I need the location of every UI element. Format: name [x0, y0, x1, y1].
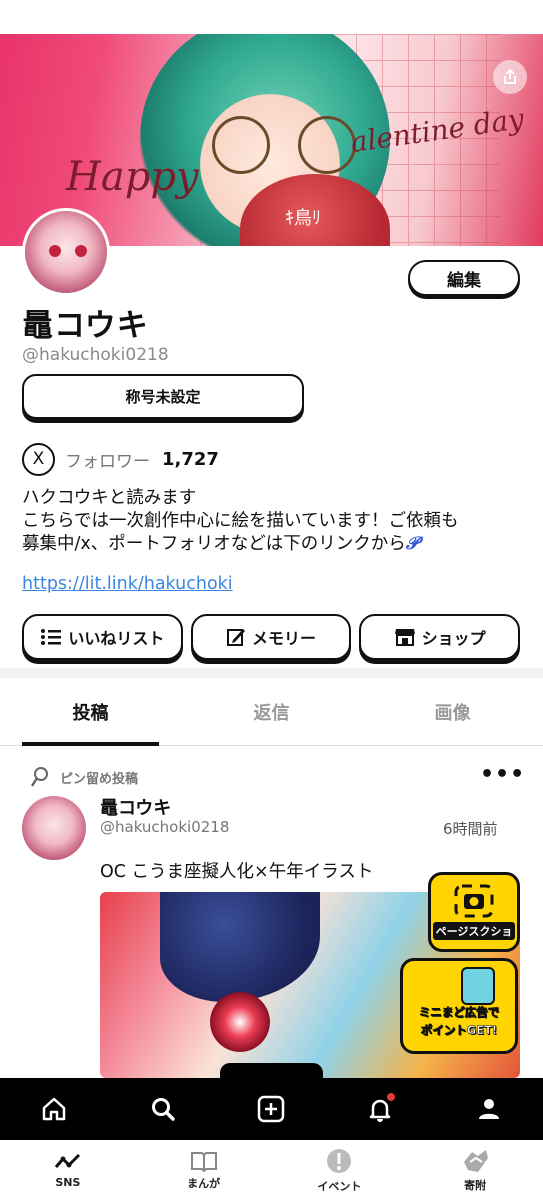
tab-posts[interactable]: 投稿: [0, 678, 181, 746]
profile-handle: @hakuchoki0218: [22, 345, 169, 365]
bio-line: 募集中/x、ポートフォリオなどは下のリンクから𝒫: [22, 534, 419, 554]
manga-icon: [190, 1151, 217, 1172]
glasses-left-lens: [212, 116, 270, 174]
post-image-hand: [160, 892, 320, 1002]
share-button[interactable]: [493, 60, 527, 94]
nav-search[interactable]: [138, 1084, 188, 1134]
nav-profile[interactable]: [464, 1084, 514, 1134]
banner-heart-text: ｷ鳥ﾘ: [285, 208, 321, 229]
footer-sns-label: SNS: [55, 1176, 81, 1189]
banner-script-left: Happy: [66, 154, 199, 200]
tab-images[interactable]: 画像: [362, 678, 543, 745]
post-text: OC こうま座擬人化×午年イラスト: [100, 862, 374, 882]
shop-icon: [394, 629, 415, 646]
promo-line-1: ミニまど広告で: [418, 1005, 500, 1020]
footer-event[interactable]: イベント: [294, 1147, 384, 1194]
camera-icon: [454, 884, 494, 918]
likes-list-label: いいねリスト: [68, 629, 165, 648]
bottom-nav: [0, 1078, 543, 1140]
pinned-indicator: ピン留め投稿: [30, 766, 138, 788]
likes-list-button[interactable]: いいねリスト: [22, 614, 183, 660]
footer-sns[interactable]: SNS: [23, 1151, 113, 1189]
nav-create[interactable]: [246, 1084, 296, 1134]
page-screenshot-label: ページスクショ: [432, 922, 516, 940]
footer-manga[interactable]: まんが: [159, 1150, 249, 1191]
nav-notifications[interactable]: [355, 1084, 405, 1134]
mini-ad-promo-button[interactable]: ミニまど広告で ポイントGET!: [400, 958, 518, 1054]
pin-icon: [30, 767, 48, 787]
tab-replies[interactable]: 返信: [181, 678, 362, 745]
memory-button[interactable]: メモリー: [190, 614, 352, 660]
share-icon: [504, 68, 516, 84]
sns-icon: [54, 1153, 80, 1168]
followers-row[interactable]: X フォロワー 1,727: [22, 442, 219, 476]
footer-donate-label: 寄附: [464, 1178, 487, 1192]
post-author-name[interactable]: 鼂コウキ: [100, 794, 171, 820]
post-timestamp: 6時間前: [443, 820, 498, 838]
event-icon: [327, 1148, 352, 1173]
post-more-button[interactable]: •••: [480, 762, 525, 787]
donate-icon: [464, 1149, 489, 1172]
avatar-eye-right: [75, 245, 87, 257]
profile-avatar[interactable]: [22, 208, 110, 296]
pinned-label: ピン留め投稿: [60, 771, 139, 787]
search-icon: [151, 1098, 175, 1121]
notification-dot: [387, 1093, 396, 1101]
shop-label: ショップ: [421, 629, 486, 648]
profile-bio: ハクコウキと読みます こちらでは一次創作中心に絵を描いています！ご依頼も 募集中…: [22, 487, 527, 556]
post-author-handle: @hakuchoki0218: [100, 818, 230, 836]
post-author-avatar[interactable]: [22, 796, 86, 860]
shop-button[interactable]: ショップ: [359, 614, 521, 660]
title-badge-label: 称号未設定: [125, 388, 201, 406]
title-badge-button[interactable]: 称号未設定: [22, 374, 304, 419]
person-icon: [478, 1099, 499, 1119]
pen-emoji-icon: 𝒫: [405, 534, 419, 554]
app-footer-nav: SNS まんが イベント 寄附: [0, 1140, 543, 1200]
edit-icon: [227, 629, 245, 646]
page-screenshot-button[interactable]: ページスクショ: [428, 872, 520, 952]
footer-event-label: イベント: [317, 1179, 362, 1193]
section-divider: [0, 668, 543, 678]
post-image-eye: [210, 992, 270, 1052]
bio-line: こちらでは一次創作中心に絵を描いています！ご依頼も: [22, 511, 459, 531]
nav-home[interactable]: [29, 1084, 79, 1134]
glasses-right-lens: [298, 116, 356, 174]
status-bar: [0, 0, 543, 34]
profile-action-row: いいねリスト メモリー ショップ: [22, 614, 521, 660]
profile-tabs: 投稿 返信 画像: [0, 678, 543, 746]
bio-line: ハクコウキと読みます: [22, 488, 197, 508]
edit-profile-button[interactable]: 編集: [408, 260, 520, 296]
followers-count: 1,727: [162, 448, 219, 470]
profile-name: 鼂コウキ: [22, 308, 149, 344]
profile-link[interactable]: https://lit.link/hakuchoki: [22, 574, 233, 594]
promo-line-2: ポイントGET!: [420, 1023, 498, 1038]
phone-icon: [461, 967, 495, 1005]
list-icon: [41, 629, 62, 645]
home-icon: [43, 1097, 66, 1121]
x-icon[interactable]: X: [22, 442, 55, 476]
plus-square-icon: [258, 1095, 285, 1123]
footer-donate[interactable]: 寄附: [430, 1148, 520, 1193]
footer-manga-label: まんが: [187, 1176, 221, 1190]
avatar-eye-left: [49, 245, 61, 257]
followers-label: フォロワー: [65, 451, 150, 472]
memory-label: メモリー: [252, 629, 317, 648]
